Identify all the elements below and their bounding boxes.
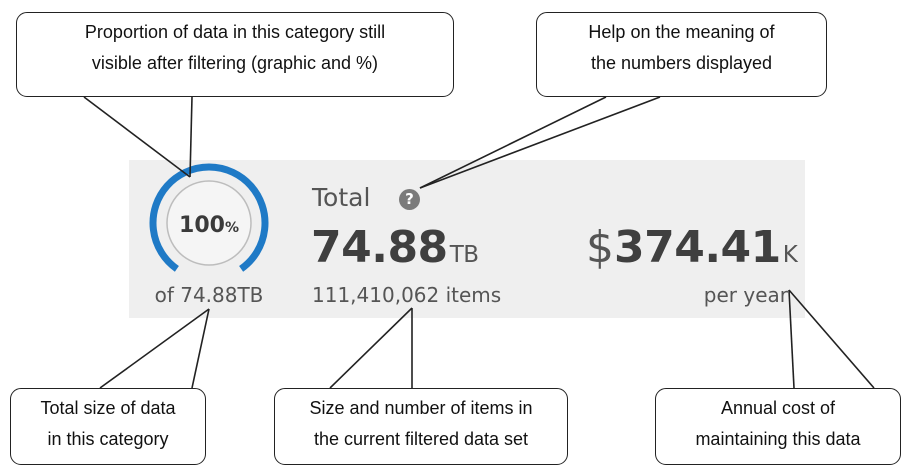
callout-line: Total size of data xyxy=(40,398,176,418)
leader-filtered-a xyxy=(329,307,413,389)
question-circle-icon[interactable]: ? xyxy=(399,189,420,210)
gauge-percent: 100% xyxy=(146,213,272,238)
filtered-size-unit: TB xyxy=(449,242,479,268)
callout-line: the numbers displayed xyxy=(590,53,773,73)
cost-period: per year xyxy=(703,283,788,307)
total-label: Total xyxy=(312,183,371,212)
annual-cost: $374.41K xyxy=(586,222,798,273)
callout-line: Proportion of data in this category stil… xyxy=(84,22,386,42)
gauge-caption: of 74.88TB xyxy=(154,283,264,307)
callout-category-size: Total size of data in this category xyxy=(10,388,206,465)
cost-value: 374.41 xyxy=(614,222,781,273)
leader-category-b xyxy=(191,308,210,389)
callout-line: Annual cost of xyxy=(720,398,836,418)
callout-line: Help on the meaning of xyxy=(588,22,775,42)
callout-line: in this category xyxy=(47,429,169,449)
callout-line: visible after filtering (graphic and %) xyxy=(91,53,379,73)
annotated-diagram: 100% of 74.88TB Total ? 74.88TB 111,410,… xyxy=(0,0,910,473)
callout-filtered-size: Size and number of items in the current … xyxy=(274,388,568,465)
gauge-percent-symbol: % xyxy=(224,220,239,236)
callout-line: Size and number of items in xyxy=(309,398,533,418)
callout-annual-cost: Annual cost of maintaining this data xyxy=(655,388,901,465)
callout-help: Help on the meaning of the numbers displ… xyxy=(536,12,827,97)
callout-line: maintaining this data xyxy=(695,429,861,449)
filtered-size: 74.88TB xyxy=(311,222,479,273)
callout-line: the current filtered data set xyxy=(313,429,529,449)
leader-category-a xyxy=(99,308,210,389)
cost-currency: $ xyxy=(586,222,614,273)
cost-unit: K xyxy=(782,242,798,268)
callout-gauge-proportion: Proportion of data in this category stil… xyxy=(16,12,454,97)
items-count: 111,410,062 items xyxy=(312,283,502,307)
filtered-size-value: 74.88 xyxy=(311,222,448,273)
gauge-percent-value: 100 xyxy=(179,213,225,238)
